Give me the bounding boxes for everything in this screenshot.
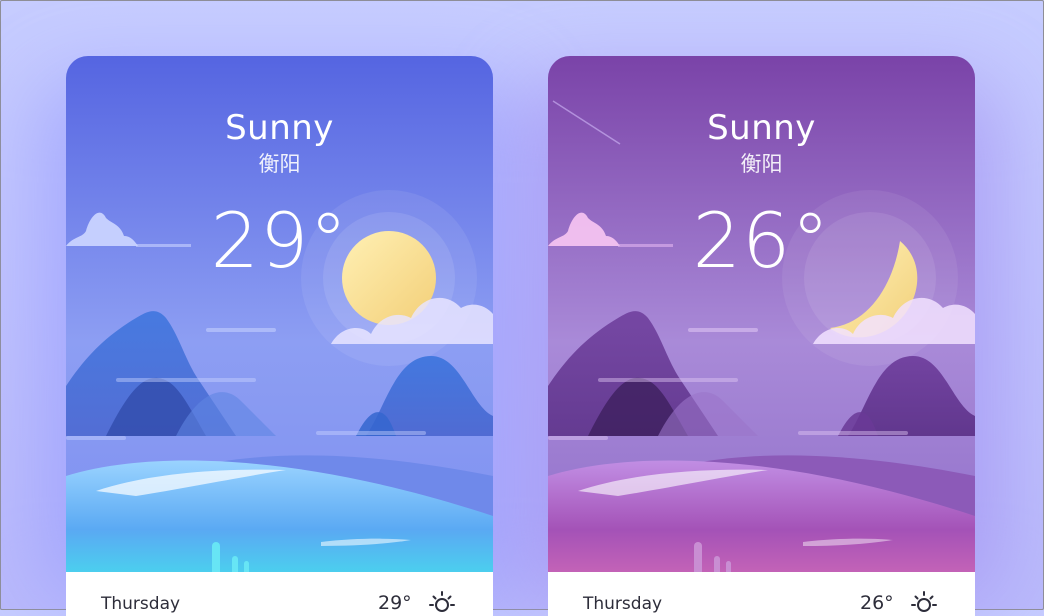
- weather-condition-title: Sunny: [225, 108, 334, 148]
- current-temperature: 26°: [692, 196, 831, 285]
- city-name: 衡阳: [258, 152, 301, 176]
- forecast-day: Thursday: [101, 594, 181, 614]
- forecast-day: Thursday: [583, 594, 663, 614]
- current-temperature: 29°: [210, 196, 349, 285]
- forecast-temperature: 29°: [378, 592, 412, 614]
- forecast-row[interactable]: Thursday 26°: [548, 572, 975, 616]
- city-name: 衡阳: [740, 152, 783, 176]
- weather-condition-title: Sunny: [707, 108, 816, 148]
- weather-card-day[interactable]: Sunny 衡阳 29° Thursday 29°: [66, 56, 493, 616]
- weather-card-night[interactable]: Sunny 衡阳 26° Thursday 26°: [548, 56, 975, 616]
- sun-icon: [911, 591, 937, 612]
- sun-icon: [429, 591, 455, 612]
- forecast-row[interactable]: Thursday 29°: [66, 572, 493, 616]
- forecast-temperature: 26°: [860, 592, 894, 614]
